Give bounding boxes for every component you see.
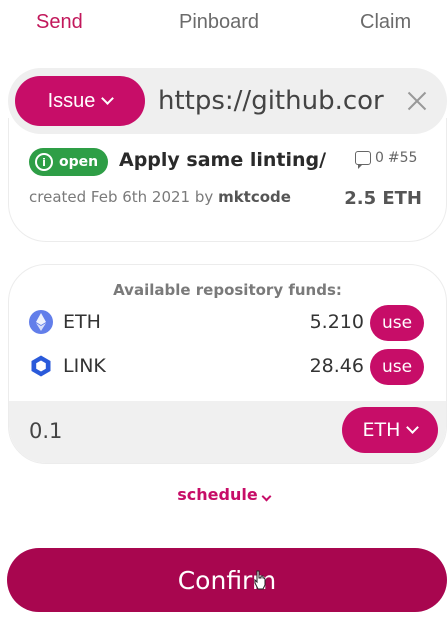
chevron-down-icon <box>406 421 420 434</box>
created-line: created Feb 6th 2021 by mktcode <box>29 188 291 206</box>
issue-number: #55 <box>387 150 418 166</box>
tab-send[interactable]: Send <box>36 11 83 34</box>
funds-card: Available repository funds: ETH 5.210 us… <box>8 264 447 464</box>
comment-count: 0 <box>375 150 384 166</box>
amount-box: 0.1 ETH <box>9 401 446 463</box>
token-name-link: LINK <box>63 355 106 377</box>
status-badge: i open <box>29 148 109 176</box>
status-label: open <box>59 154 99 170</box>
chevron-down-icon <box>101 92 115 105</box>
chevron-down-icon <box>261 491 272 502</box>
token-amount-eth: 5.210 <box>309 311 364 333</box>
schedule-label: schedule <box>177 485 258 504</box>
info-icon: i <box>35 153 53 171</box>
close-icon[interactable] <box>404 88 430 114</box>
currency-label: ETH <box>362 419 401 441</box>
use-link-button[interactable]: use <box>370 349 424 385</box>
fund-row-link: LINK 28.46 use <box>9 347 446 387</box>
comment-meta: 0 #55 <box>355 150 418 169</box>
tab-pinboard[interactable]: Pinboard <box>179 11 259 34</box>
token-name-eth: ETH <box>63 311 101 333</box>
amount-input[interactable]: 0.1 <box>29 419 62 443</box>
schedule-toggle[interactable]: schedule <box>0 485 447 504</box>
tab-claim[interactable]: Claim <box>360 11 411 34</box>
use-eth-button[interactable]: use <box>370 305 424 341</box>
issue-card: i open Apply same linting/ 0 #55 created… <box>8 118 447 242</box>
bounty-amount: 2.5 ETH <box>344 188 422 209</box>
ethereum-icon <box>29 310 53 334</box>
pointer-cursor-icon <box>254 570 266 590</box>
url-bar: Issue <box>8 68 447 134</box>
tab-bar: Send Pinboard Claim <box>0 0 447 50</box>
author-name: mktcode <box>218 188 291 206</box>
funds-title: Available repository funds: <box>113 281 342 299</box>
comment-icon <box>355 151 371 169</box>
chainlink-icon <box>31 355 51 377</box>
currency-dropdown[interactable]: ETH <box>342 407 438 453</box>
confirm-button[interactable]: Confirm <box>7 548 447 612</box>
issue-url-input[interactable] <box>158 84 394 118</box>
fund-row-eth: ETH 5.210 use <box>9 303 446 343</box>
issue-type-label: Issue <box>47 89 96 112</box>
issue-type-dropdown[interactable]: Issue <box>15 76 145 126</box>
issue-title[interactable]: Apply same linting/ <box>119 149 343 171</box>
token-amount-link: 28.46 <box>309 355 364 377</box>
created-text: created Feb 6th 2021 by <box>29 188 214 206</box>
